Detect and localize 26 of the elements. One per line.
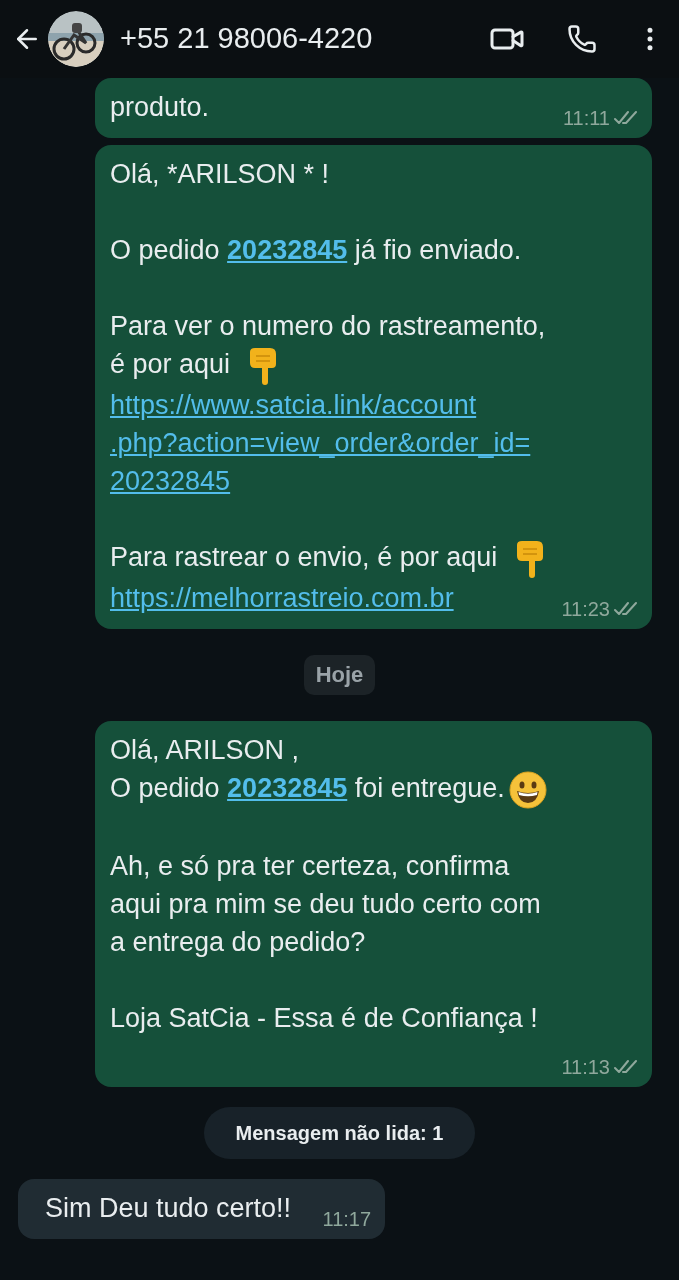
- message-text: Para ver o numero do rastreamento,: [110, 311, 546, 341]
- date-chip: Hoje: [303, 654, 376, 695]
- message-time: 11:11: [562, 106, 610, 130]
- message-text: é por aqui: [110, 349, 231, 379]
- message-time: 11:17: [322, 1206, 372, 1231]
- message-time: 11:23: [561, 596, 610, 621]
- message-link[interactable]: https://melhorrastreio.com.br: [110, 578, 454, 617]
- message-text: produto.: [110, 92, 210, 122]
- message-text: já fio enviado.: [353, 235, 522, 265]
- message-text: Ah, e só pra ter certeza, confirma aqui pra mim se deu tudo certo com a entrega do pedido?: [110, 850, 541, 957]
- message-link[interactable]: 20232845: [227, 772, 348, 803]
- phone-icon[interactable]: [567, 24, 597, 54]
- message-link[interactable]: https://www.satcia.link/account .php?action=view_order&order_id= 20232845: [110, 385, 531, 500]
- message-time: 11:13: [561, 1054, 610, 1079]
- message-text: O pedido: [110, 772, 221, 803]
- message-link[interactable]: 20232845: [227, 235, 348, 265]
- message-text: Loja SatCia - Essa é de Confiança !: [110, 1002, 538, 1033]
- message-text: Para rastrear o envio, é por aqui: [110, 541, 498, 572]
- message-text: Sim Deu tudo certo!!: [45, 1192, 292, 1223]
- unread-chip: Mensagem não lida: 1: [203, 1106, 476, 1159]
- grinning-face-icon: [508, 770, 547, 809]
- message-text: Olá, *ARILSON * !: [110, 159, 330, 189]
- contact-name[interactable]: +55 21 98006-4220: [120, 17, 489, 61]
- message-text: foi entregue.: [353, 772, 505, 803]
- message-text: Olá, ARILSON ,: [110, 734, 300, 765]
- message-text: O pedido: [110, 235, 221, 265]
